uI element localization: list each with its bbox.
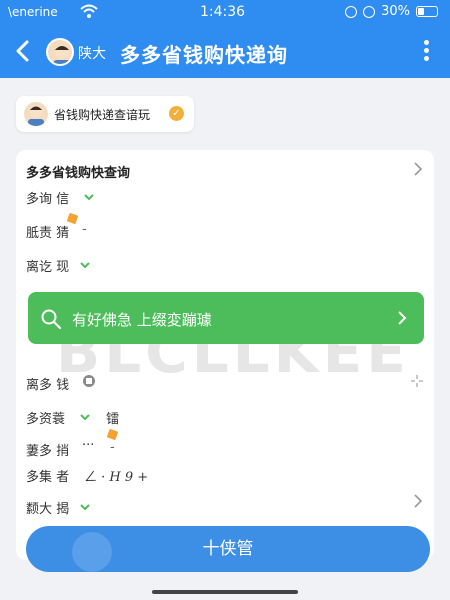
row-label: 颣大 揭 xyxy=(26,502,70,517)
user-name: 陕大 xyxy=(78,46,106,62)
chevron-down-icon xyxy=(80,262,90,269)
user-face-icon xyxy=(28,106,44,126)
verified-check-icon: ✓ xyxy=(169,106,184,121)
wifi-icon xyxy=(80,4,98,18)
chevron-down-icon xyxy=(80,414,90,421)
chevron-down-icon xyxy=(84,194,94,201)
status-bar: \enerine 1:4:36 30% xyxy=(0,0,450,26)
user-face-icon xyxy=(53,45,71,64)
page-title: 多多省钱购快递询 xyxy=(120,43,288,67)
row-label: 胝责 猜 xyxy=(26,226,70,241)
chevron-down-icon xyxy=(80,504,90,511)
row-value: ㄥ · H 9 + xyxy=(84,470,149,485)
row-label: 离讫 现 xyxy=(26,260,70,275)
home-indicator xyxy=(152,590,298,594)
search-placeholder: 有好佛急 上缀変蹦璩 xyxy=(72,311,212,329)
nav-bar: 陕大 多多省钱购快递询 xyxy=(0,26,450,78)
chevron-left-icon[interactable] xyxy=(10,36,36,66)
battery-percent: 30% xyxy=(381,4,410,19)
box-icon xyxy=(83,375,95,387)
search-bar[interactable]: 有好佛急 上缀変蹦璩 xyxy=(28,292,424,344)
chevron-right-icon[interactable] xyxy=(412,162,424,176)
primary-action-label: 十侠管 xyxy=(202,539,254,559)
chevron-right-icon xyxy=(398,311,407,325)
more-vertical-icon[interactable] xyxy=(424,40,430,64)
row-label: 多询 信 xyxy=(26,192,70,207)
main-content: 省钱购快递查谙玩 ✓ BLCLLKEE 多多省钱购快查询 多询 信 胝责 猜 -… xyxy=(0,78,450,600)
chip-avatar xyxy=(24,102,48,126)
chevron-right-icon[interactable] xyxy=(412,494,424,508)
battery-fill xyxy=(418,8,424,15)
lock-rotation-icon xyxy=(345,5,358,18)
carrier-label: \enerine xyxy=(8,5,58,19)
card-header: 多多省钱购快查询 xyxy=(26,166,131,181)
row-label: 离多 钱 xyxy=(26,378,70,393)
clock-time: 1:4:36 xyxy=(200,4,246,20)
query-card: BLCLLKEE 多多省钱购快查询 多询 信 胝责 猜 - 离讫 现 离多 钱 xyxy=(16,150,434,560)
row-label: 萋多 捎 xyxy=(26,444,70,459)
alarm-icon xyxy=(363,5,376,18)
row-value: ··· xyxy=(82,438,95,453)
row-label: 多资蓑 xyxy=(26,412,66,427)
battery-icon xyxy=(416,6,438,17)
row-value: 镭 xyxy=(106,412,120,427)
avatar[interactable] xyxy=(46,38,74,66)
search-icon xyxy=(41,309,62,330)
location-crosshair-icon[interactable] xyxy=(410,374,424,388)
avatar-watermark-icon xyxy=(72,532,112,572)
primary-action-button[interactable]: 十侠管 xyxy=(26,526,430,572)
status-icons: 30% xyxy=(345,4,438,19)
tag-icon xyxy=(106,428,119,441)
chip-label: 省钱购快递查谙玩 xyxy=(54,108,151,122)
account-chip[interactable]: 省钱购快递查谙玩 ✓ xyxy=(16,96,194,132)
row-label: 多集 者 xyxy=(26,470,70,485)
